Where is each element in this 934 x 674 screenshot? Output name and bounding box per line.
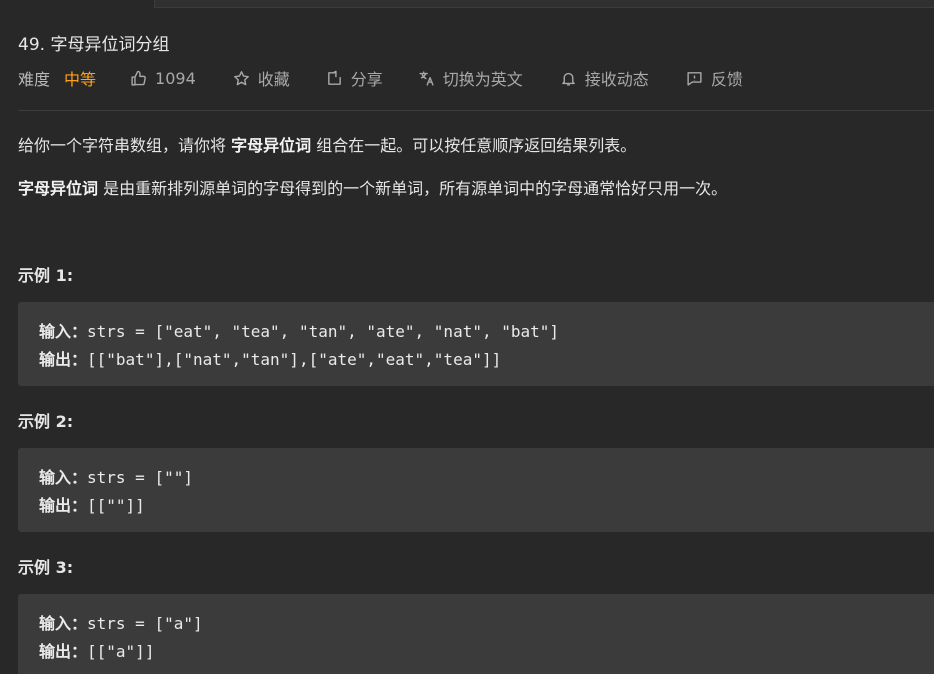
input-value: strs = ["eat", "tea", "tan", "ate", "nat… <box>87 322 560 341</box>
share-icon <box>327 70 341 85</box>
example-output-line: 输出：[["a"]] <box>39 638 934 666</box>
description-text: 组合在一起。可以按任意顺序返回结果列表。 <box>311 136 637 155</box>
description-text: 给你一个字符串数组，请你将 <box>18 136 232 155</box>
feedback-label: 反馈 <box>710 70 743 89</box>
example-input-line: 输入：strs = ["a"] <box>39 610 934 638</box>
share-label: 分享 <box>350 70 383 89</box>
description-paragraph-1: 给你一个字符串数组，请你将 字母异位词 组合在一起。可以按任意顺序返回结果列表。 <box>18 132 636 156</box>
description-bold-term: 字母异位词 <box>231 136 312 155</box>
input-label: 输入： <box>39 322 88 341</box>
output-label: 输出： <box>39 642 88 661</box>
problem-meta-bar: 难度 中等 1094 收藏 分享 切换为英文 接收动态 反馈 <box>18 66 743 90</box>
difficulty-label: 难度 <box>18 70 51 89</box>
like-count: 1094 <box>155 68 196 88</box>
example-output-line: 输出：[[""]] <box>39 492 934 520</box>
description-paragraph-2: 字母异位词 是由重新排列源单词的字母得到的一个新单词，所有源单词中的字母通常恰好… <box>18 175 727 199</box>
input-value: strs = ["a"] <box>87 614 203 633</box>
like-button[interactable]: 1094 <box>130 69 196 88</box>
difficulty-badge: 中等 <box>64 70 97 89</box>
description-bold-term: 字母异位词 <box>18 179 99 198</box>
share-button[interactable]: 分享 <box>326 66 383 90</box>
example-input-line: 输入：strs = [""] <box>39 464 934 492</box>
example-2-code: 输入：strs = [""] 输出：[[""]] <box>18 448 934 532</box>
translate-icon <box>419 70 434 86</box>
feedback-icon <box>687 71 702 86</box>
example-1-code: 输入：strs = ["eat", "tea", "tan", "ate", "… <box>18 302 934 386</box>
favorite-label: 收藏 <box>257 70 290 89</box>
problem-title: 49. 字母异位词分组 <box>18 35 170 55</box>
favorite-button[interactable]: 收藏 <box>233 66 290 90</box>
subscribe-label: 接收动态 <box>584 70 649 89</box>
output-value: [["a"]] <box>87 642 155 661</box>
thumbs-up-icon <box>131 70 146 86</box>
example-input-line: 输入：strs = ["eat", "tea", "tan", "ate", "… <box>39 318 934 346</box>
output-label: 输出： <box>39 496 88 515</box>
editor-tab-edge <box>154 0 934 8</box>
output-label: 输出： <box>39 350 88 369</box>
star-icon <box>233 70 249 85</box>
example-3-code: 输入：strs = ["a"] 输出：[["a"]] <box>18 594 934 674</box>
description-text: 是由重新排列源单词的字母得到的一个新单词，所有源单词中的字母通常恰好只用一次。 <box>98 179 728 198</box>
translate-label: 切换为英文 <box>442 70 523 89</box>
input-label: 输入： <box>39 614 88 633</box>
input-label: 输入： <box>39 468 88 487</box>
example-3-title: 示例 3: <box>18 558 74 577</box>
example-1-title: 示例 1: <box>18 266 74 285</box>
translate-button[interactable]: 切换为英文 <box>418 66 523 90</box>
bell-icon <box>561 72 575 86</box>
example-2-title: 示例 2: <box>18 412 74 431</box>
feedback-button[interactable]: 反馈 <box>686 66 743 90</box>
output-value: [[""]] <box>87 496 145 515</box>
example-output-line: 输出：[["bat"],["nat","tan"],["ate","eat","… <box>39 346 934 374</box>
top-bar <box>0 0 934 8</box>
header-divider <box>18 110 934 111</box>
output-value: [["bat"],["nat","tan"],["ate","eat","tea… <box>87 350 502 369</box>
input-value: strs = [""] <box>87 468 193 487</box>
subscribe-button[interactable]: 接收动态 <box>560 66 649 90</box>
